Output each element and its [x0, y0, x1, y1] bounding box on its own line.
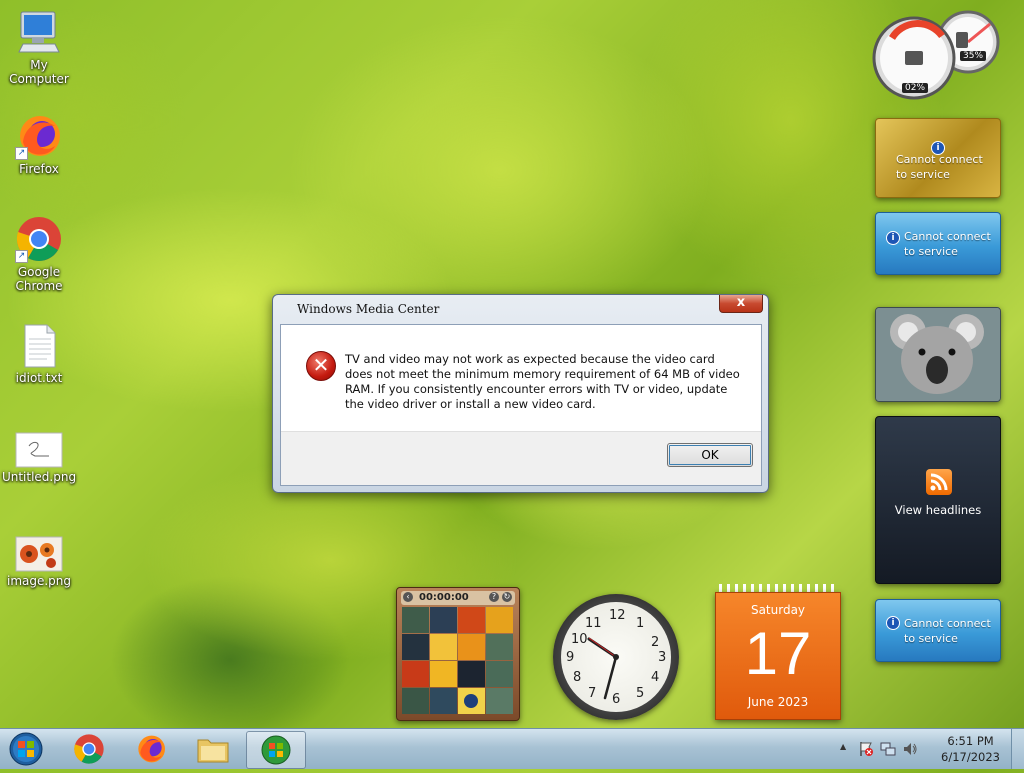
show-hidden-icons-button[interactable]: ▲ — [840, 742, 846, 751]
media-center-icon — [261, 735, 291, 765]
info-icon: i — [886, 231, 900, 245]
stocks-gadget[interactable]: i Cannot connect to service — [875, 599, 1001, 662]
image-file-icon — [15, 536, 63, 572]
cpu-percent: 02% — [902, 83, 929, 93]
desktop-icon-untitled-png[interactable]: Untitled.png — [0, 432, 79, 484]
puzzle-shuffle-icon[interactable]: ↻ — [502, 592, 512, 602]
puzzle-tiles[interactable] — [402, 607, 514, 715]
calendar-gadget[interactable]: Saturday 17 June 2023 — [715, 584, 841, 720]
dialog-footer: OK — [281, 431, 761, 485]
dialog-title: Windows Media Center — [297, 302, 440, 316]
dialog-close-button[interactable]: x — [719, 295, 763, 313]
rss-icon — [926, 469, 952, 495]
folder-icon — [197, 739, 229, 763]
taskbar-clock[interactable]: 6:51 PM 6/17/2023 — [941, 733, 1000, 765]
memory-percent: 35% — [960, 51, 987, 61]
windows-orb-icon — [9, 732, 43, 766]
stocks-message: Cannot connect to service — [904, 617, 991, 645]
system-tray: ▲ 6:51 PM 6/17/2023 — [834, 729, 1024, 769]
chrome-icon — [74, 734, 104, 764]
calendar-day: 17 — [744, 620, 812, 687]
desktop-icon-image-png[interactable]: image.png — [0, 536, 79, 588]
desktop-icon-label: Google Chrome — [15, 265, 63, 293]
info-icon: i — [886, 616, 900, 630]
shortcut-arrow-icon: ↗ — [15, 147, 28, 160]
desktop-icon-label: My Computer — [9, 58, 69, 86]
clock-face: 12 1 2 3 4 5 6 7 8 9 10 11 — [561, 602, 671, 712]
puzzle-back-icon[interactable]: ‹ — [403, 592, 413, 602]
currency-gadget[interactable]: i Cannot connect to service — [875, 118, 1001, 198]
calendar-weekday: Saturday — [750, 603, 806, 617]
desktop-icon-label: image.png — [6, 574, 72, 588]
desktop-icon-firefox[interactable]: ↗ Firefox — [0, 112, 79, 176]
image-file-icon — [15, 432, 63, 468]
taskbar: ▲ 6:51 PM 6/17/2023 — [0, 728, 1024, 769]
weather-message: Cannot connect to service — [904, 230, 991, 258]
dialog-message: TV and video may not work as expected be… — [345, 352, 740, 411]
text-file-icon — [24, 324, 56, 368]
desktop-icon-idiot-txt[interactable]: idiot.txt — [0, 323, 79, 385]
firefox-icon — [138, 735, 165, 763]
desktop-icon-my-computer[interactable]: My Computer — [0, 8, 79, 86]
puzzle-help-icon[interactable]: ? — [489, 592, 499, 602]
weather-gadget[interactable]: i Cannot connect to service — [875, 212, 1001, 275]
desktop-icon-google-chrome[interactable]: ↗ Google Chrome — [0, 215, 79, 293]
show-desktop-button[interactable] — [1011, 729, 1024, 769]
desktop-icon-label: Untitled.png — [1, 470, 77, 484]
taskbar-media-center-button[interactable] — [246, 731, 306, 769]
desktop-icon-label: Firefox — [19, 162, 59, 176]
volume-icon[interactable] — [902, 741, 918, 757]
currency-message: Cannot connect to service — [896, 153, 983, 181]
ok-button[interactable]: OK — [667, 443, 753, 467]
feed-headlines-gadget[interactable]: View headlines — [875, 416, 1001, 584]
calendar-month-year: June 2023 — [747, 695, 809, 709]
dialog-body: ✕ TV and video may not work as expected … — [280, 324, 762, 486]
taskbar-chrome-button[interactable] — [60, 731, 118, 767]
network-icon[interactable] — [880, 741, 896, 757]
puzzle-header: ‹ 00:00:00 ? ↻ — [401, 591, 515, 605]
action-center-flag-icon[interactable] — [858, 741, 874, 757]
start-button[interactable] — [4, 729, 48, 769]
puzzle-timer: 00:00:00 — [419, 592, 469, 603]
desktop-icon-label: idiot.txt — [15, 371, 63, 385]
shortcut-arrow-icon: ↗ — [15, 250, 28, 263]
slideshow-gadget[interactable] — [875, 307, 1001, 402]
picture-puzzle-gadget[interactable]: ‹ 00:00:00 ? ↻ — [396, 587, 520, 721]
error-icon: ✕ — [306, 351, 336, 381]
cpu-meter-gadget[interactable]: 02% 35% — [872, 8, 1002, 100]
computer-icon — [18, 11, 60, 53]
error-dialog: Windows Media Center x ✕ TV and video ma… — [272, 294, 769, 493]
taskbar-date: 6/17/2023 — [941, 750, 1000, 764]
clock-hands — [587, 637, 619, 700]
view-headlines-link[interactable]: View headlines — [876, 503, 1000, 517]
koala-image — [876, 308, 1000, 401]
taskbar-time: 6:51 PM — [947, 734, 994, 748]
clock-gadget[interactable]: 12 1 2 3 4 5 6 7 8 9 10 11 — [553, 594, 679, 720]
taskbar-explorer-button[interactable] — [184, 731, 242, 767]
taskbar-firefox-button[interactable] — [122, 731, 180, 767]
